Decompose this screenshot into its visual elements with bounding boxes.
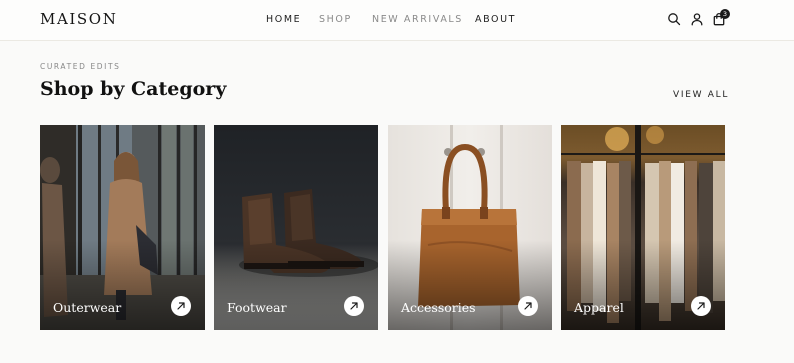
arrow-up-right-icon[interactable]	[691, 296, 711, 316]
nav-new-arrivals[interactable]: NEW ARRIVALS	[372, 14, 463, 26]
section-title: Shop by Category	[40, 78, 227, 100]
nav-home[interactable]: HOME	[266, 14, 301, 26]
category-label: Apparel	[574, 300, 624, 315]
arrow-up-right-icon[interactable]	[344, 296, 364, 316]
category-label: Outerwear	[53, 300, 122, 315]
category-card-footwear[interactable]: Footwear	[214, 125, 378, 330]
cart-count-badge: 3	[720, 9, 730, 19]
search-icon[interactable]	[667, 12, 681, 26]
category-label: Footwear	[227, 300, 287, 315]
category-label: Accessories	[401, 300, 476, 315]
arrow-up-right-icon[interactable]	[171, 296, 191, 316]
site-header: MAISON HOME SHOP NEW ARRIVALS ABOUT 3	[0, 0, 794, 41]
arrow-up-right-icon[interactable]	[518, 296, 538, 316]
category-card-accessories[interactable]: Accessories	[388, 125, 552, 330]
card-gradient-overlay	[214, 240, 378, 330]
category-card-apparel[interactable]: Apparel	[561, 125, 725, 330]
category-card-outerwear[interactable]: Outerwear	[40, 125, 205, 330]
view-all-link[interactable]: VIEW ALL	[673, 90, 729, 100]
card-gradient-overlay	[40, 240, 205, 330]
card-gradient-overlay	[561, 240, 725, 330]
section-eyebrow: CURATED EDITS	[40, 62, 121, 71]
nav-about[interactable]: ABOUT	[475, 14, 516, 26]
nav-shop[interactable]: SHOP	[319, 14, 352, 26]
user-icon[interactable]	[690, 12, 704, 26]
card-gradient-overlay	[388, 240, 552, 330]
